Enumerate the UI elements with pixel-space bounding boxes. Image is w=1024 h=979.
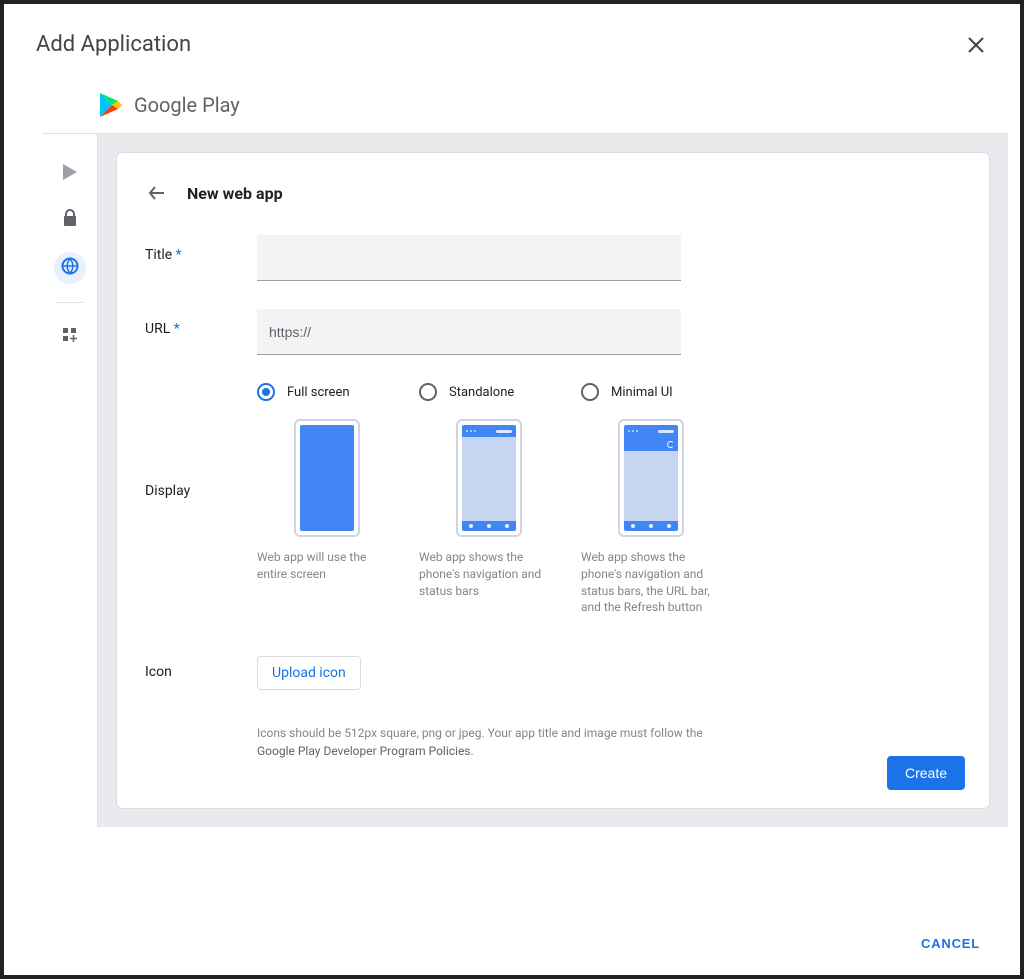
url-input[interactable] [257, 309, 681, 355]
display-options: Full screen Web app will use the entire … [257, 383, 721, 616]
sidebar-item-play[interactable] [54, 156, 86, 188]
icon-info-text: Icons should be 512px square, png or jpe… [257, 724, 717, 760]
brand-text: Google Play [134, 93, 240, 117]
lock-icon [62, 209, 78, 231]
modal-footer: CANCEL [4, 900, 1020, 975]
back-arrow-icon[interactable] [145, 181, 169, 205]
display-option-fullscreen: Full screen Web app will use the entire … [257, 383, 397, 616]
upload-icon-button[interactable]: Upload icon [257, 656, 361, 690]
radio-fullscreen[interactable]: Full screen [257, 383, 397, 401]
sidebar-divider [56, 302, 84, 303]
page-title: New web app [187, 184, 283, 203]
sidebar-item-apps[interactable] [54, 321, 86, 353]
desc-minimal: Web app shows the phone's navigation and… [581, 549, 721, 616]
policy-link[interactable]: Google Play Developer Program Policies [257, 744, 471, 758]
preview-fullscreen [294, 419, 360, 537]
play-header: Google Play [42, 77, 1008, 134]
radio-standalone[interactable]: Standalone [419, 383, 559, 401]
close-icon[interactable] [964, 33, 988, 57]
icon-label: Icon [145, 656, 257, 680]
sidebar-item-security[interactable] [54, 204, 86, 236]
create-button[interactable]: Create [887, 756, 965, 790]
sidebar [42, 134, 98, 827]
cancel-button[interactable]: CANCEL [921, 936, 980, 951]
sidebar-item-web[interactable] [54, 252, 86, 284]
embedded-content: Google Play [4, 77, 1020, 900]
google-play-icon [98, 91, 124, 119]
modal-title: Add Application [36, 32, 191, 57]
preview-standalone [456, 419, 522, 537]
preview-minimal [618, 419, 684, 537]
form-card: New web app Title * URL * [116, 152, 990, 809]
desc-fullscreen: Web app will use the entire screen [257, 549, 397, 583]
desc-standalone: Web app shows the phone's navigation and… [419, 549, 559, 599]
title-input[interactable] [257, 235, 681, 281]
display-option-minimal: Minimal UI [581, 383, 721, 616]
url-label: URL * [145, 309, 257, 337]
title-label: Title * [145, 235, 257, 263]
display-option-standalone: Standalone [419, 383, 559, 616]
apps-grid-icon [62, 327, 78, 347]
radio-minimal[interactable]: Minimal UI [581, 383, 721, 401]
display-label: Display [145, 383, 257, 499]
globe-icon [61, 257, 79, 279]
